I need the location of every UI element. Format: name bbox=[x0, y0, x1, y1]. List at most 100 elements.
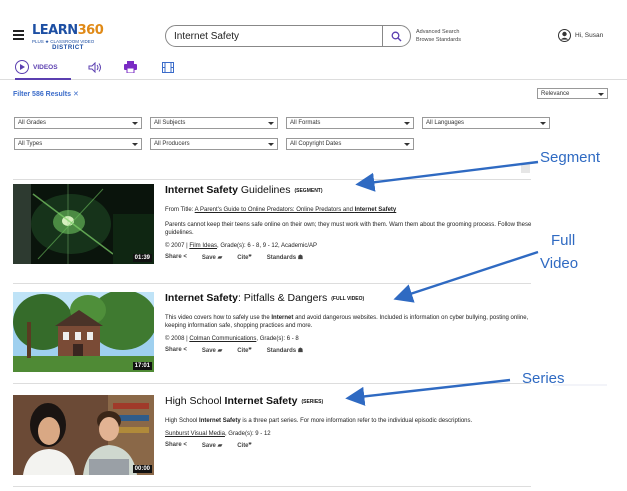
tab-videos[interactable]: VIDEOS bbox=[15, 60, 58, 74]
share-label: Share bbox=[165, 347, 182, 353]
menu-icon[interactable] bbox=[13, 30, 24, 40]
divider bbox=[13, 486, 531, 487]
from-title: From Title: A Parent's Guide to Online P… bbox=[165, 206, 540, 214]
desc-part-c: is a three part series. For more informa… bbox=[240, 418, 473, 424]
chevron-down-icon bbox=[404, 122, 410, 125]
scrollbar-thumb[interactable] bbox=[521, 163, 530, 173]
share-icon: < bbox=[183, 254, 187, 260]
video-thumbnail[interactable]: 00:00 bbox=[13, 395, 154, 475]
result-item: 17:01 Internet Safety: Pitfalls & Danger… bbox=[13, 292, 543, 376]
copyright-select[interactable]: All Copyright Dates bbox=[286, 138, 414, 150]
save-button[interactable]: Save ▰ bbox=[202, 442, 222, 449]
types-select[interactable]: All Types bbox=[14, 138, 142, 150]
languages-select[interactable]: All Languages bbox=[422, 117, 550, 129]
video-icon bbox=[15, 60, 29, 74]
tab-film[interactable] bbox=[162, 62, 174, 73]
result-title[interactable]: Internet Safety Guidelines (SEGMENT) bbox=[165, 184, 540, 198]
result-description: Parents cannot keep their teens safe onl… bbox=[165, 222, 532, 236]
user-avatar-icon bbox=[558, 29, 571, 42]
share-button[interactable]: Share < bbox=[165, 347, 187, 354]
cite-label: Cite bbox=[237, 255, 249, 261]
quote-icon: ❞ bbox=[248, 255, 252, 261]
result-actions: Share < Save ▰ Cite❞ Standards ☗ bbox=[165, 254, 540, 261]
clear-filter-icon[interactable]: ✕ bbox=[73, 91, 79, 98]
title-keyword: Internet Safety bbox=[165, 184, 238, 196]
divider bbox=[13, 179, 531, 180]
filter-results[interactable]: Filter 586 Results ✕ bbox=[13, 90, 79, 98]
producers-select[interactable]: All Producers bbox=[150, 138, 278, 150]
tab-print[interactable] bbox=[124, 61, 137, 73]
meta-copyright: © 2007 | bbox=[165, 243, 190, 249]
save-label: Save bbox=[201, 255, 216, 261]
search-input[interactable] bbox=[174, 29, 374, 44]
quote-icon: ❞ bbox=[248, 348, 252, 354]
types-value: All Types bbox=[18, 141, 43, 147]
result-actions: Share < Save ▰ Cite❞ Standards ☗ bbox=[165, 347, 540, 354]
standards-label: Standards bbox=[266, 255, 297, 261]
chevron-down-icon bbox=[540, 122, 546, 125]
standards-label: Standards bbox=[266, 348, 297, 354]
desc-part-a: This video covers how to safely use the bbox=[165, 315, 272, 321]
search-links: Advanced Search Browse Standards bbox=[416, 28, 461, 44]
subjects-select[interactable]: All Subjects bbox=[150, 117, 278, 129]
video-duration: 00:00 bbox=[132, 465, 152, 473]
logo[interactable]: LEARN360 PLUS ★ CLASSROOM VIDEO DISTRICT bbox=[32, 24, 104, 56]
user-name: Hi, Susan bbox=[575, 32, 604, 39]
result-description: High School Internet Safety is a three p… bbox=[165, 417, 540, 425]
folder-icon: ▰ bbox=[217, 348, 223, 354]
series-annotation: Series bbox=[522, 370, 565, 387]
video-thumbnail[interactable]: 01:39 bbox=[13, 184, 154, 264]
producer-link[interactable]: Colman Communications bbox=[189, 336, 256, 342]
standards-button[interactable]: Standards ☗ bbox=[267, 254, 303, 261]
media-tabs: VIDEOS bbox=[0, 56, 627, 80]
result-title[interactable]: Internet Safety: Pitfalls & Dangers (FULL… bbox=[165, 292, 540, 306]
video-thumbnail[interactable]: 17:01 bbox=[13, 292, 154, 372]
meta-grades: , Grade(s): 6 - 8 bbox=[256, 336, 299, 342]
result-meta: © 2008 | Colman Communications, Grade(s)… bbox=[165, 335, 540, 343]
video-annotation: Video bbox=[540, 255, 579, 272]
title-rest: Guidelines bbox=[237, 184, 291, 196]
browse-standards-link[interactable]: Browse Standards bbox=[416, 36, 461, 44]
title-keyword: Internet Safety bbox=[224, 395, 298, 407]
cite-button[interactable]: Cite❞ bbox=[237, 347, 252, 354]
share-label: Share bbox=[165, 254, 182, 260]
producer-link[interactable]: Film Ideas bbox=[189, 243, 217, 249]
sort-select[interactable]: Relevance bbox=[537, 88, 608, 99]
segment-arrow bbox=[355, 160, 539, 192]
logo-district: DISTRICT bbox=[52, 45, 84, 51]
cite-button[interactable]: Cite❞ bbox=[237, 442, 252, 449]
desc-part-a: High School bbox=[165, 418, 200, 424]
formats-select[interactable]: All Formats bbox=[286, 117, 414, 129]
save-button[interactable]: Save ▰ bbox=[202, 347, 222, 354]
result-description: This video covers how to safely use the … bbox=[165, 314, 540, 330]
search-button[interactable] bbox=[382, 26, 410, 46]
title-part-a: High School bbox=[165, 395, 225, 407]
tab-audio[interactable] bbox=[88, 62, 102, 73]
share-button[interactable]: Share < bbox=[165, 254, 187, 261]
save-button[interactable]: Save ▰ bbox=[202, 254, 222, 261]
share-button[interactable]: Share < bbox=[165, 442, 187, 449]
parent-title-link[interactable]: A Parent's Guide to Online Predators: On… bbox=[195, 207, 397, 213]
chevron-down-icon bbox=[598, 93, 604, 96]
producer-link[interactable]: Sunburst Visual Media bbox=[165, 431, 225, 437]
cite-button[interactable]: Cite❞ bbox=[237, 254, 252, 261]
meta-grades: , Grade(s): 9 - 12 bbox=[224, 431, 271, 437]
search-box bbox=[165, 25, 411, 47]
title-keyword: Internet Safety bbox=[165, 292, 238, 304]
search-icon bbox=[391, 31, 402, 41]
subjects-value: All Subjects bbox=[154, 120, 186, 126]
meta-copyright: © 2008 | bbox=[165, 336, 190, 342]
formats-value: All Formats bbox=[290, 120, 321, 126]
producers-value: All Producers bbox=[154, 141, 190, 147]
copyright-value: All Copyright Dates bbox=[290, 141, 342, 147]
parent-title-text: A Parent's Guide to Online Predators: On… bbox=[194, 207, 355, 213]
standards-button[interactable]: Standards ☗ bbox=[267, 347, 303, 354]
divider bbox=[13, 283, 531, 284]
grades-select[interactable]: All Grades bbox=[14, 117, 142, 129]
result-title[interactable]: High School Internet Safety (SERIES) bbox=[165, 395, 540, 409]
result-body: High School Internet Safety (SERIES) High… bbox=[165, 395, 540, 449]
advanced-search-link[interactable]: Advanced Search bbox=[416, 28, 461, 36]
save-label: Save bbox=[201, 443, 216, 449]
user-menu[interactable]: Hi, Susan bbox=[558, 29, 603, 42]
share-label: Share bbox=[165, 442, 182, 448]
